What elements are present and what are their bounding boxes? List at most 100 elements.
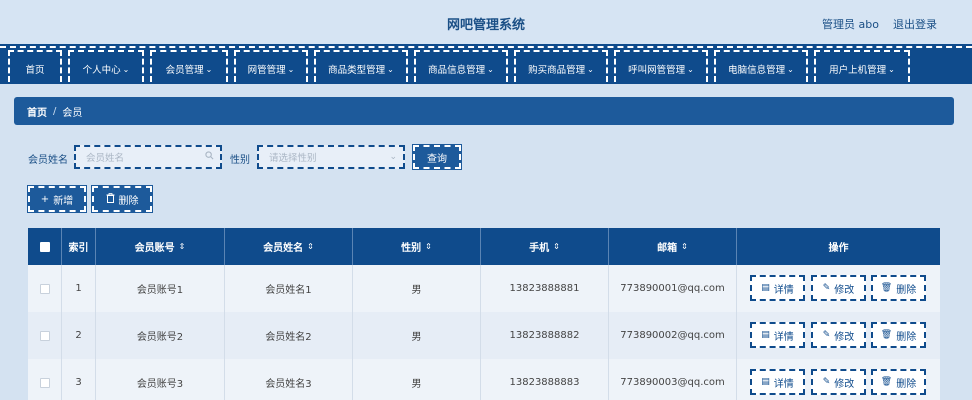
sort-icon: ⇕ [553,242,560,251]
breadcrumb-separator: / [53,105,57,117]
col-account[interactable]: 会员账号 ⇕ [96,228,225,265]
nav-item-label: 网管管理 [247,65,286,76]
col-email[interactable]: 邮箱 ⇕ [609,228,737,265]
pencil-icon: ✎ [822,377,831,387]
top-header: 网吧管理系统 管理员 abo 退出登录 [0,0,972,44]
chevron-down-icon: ⌄ [205,64,213,74]
document-icon: ▤ [761,377,770,387]
cell-gender: 男 [353,312,481,359]
member-name-input[interactable]: 会员姓名 [74,145,222,169]
table-row: 2 会员账号2 会员姓名2 男 13823888882 773890002@qq… [28,312,940,359]
col-index-label: 索引 [68,243,89,254]
detail-button[interactable]: ▤ 详情 [750,369,805,395]
add-button[interactable]: + 新增 [27,185,87,213]
nav-item-purchase-management[interactable]: 购买商品管理 ⌄ [514,50,608,82]
document-icon: ▤ [761,330,770,340]
nav-item-label: 商品信息管理 [428,65,486,76]
col-name[interactable]: 会员姓名 ⇕ [225,228,353,265]
sort-icon: ⇕ [307,242,314,251]
trash-icon: 🗑 [880,283,893,293]
nav-item-admin-management[interactable]: 网管管理 ⌄ [234,50,308,82]
nav-item-product-type-management[interactable]: 商品类型管理 ⌄ [314,50,408,82]
table-row: 1 会员账号1 会员姓名1 男 13823888881 773890001@qq… [28,265,940,312]
nav-item-home[interactable]: 首页 [8,50,62,82]
cell-gender: 男 [353,265,481,312]
col-phone[interactable]: 手机 ⇕ [481,228,609,265]
detail-label: 详情 [773,284,794,296]
cell-phone: 13823888881 [481,265,609,312]
nav-item-product-info-management[interactable]: 商品信息管理 ⌄ [414,50,508,82]
detail-button[interactable]: ▤ 详情 [750,322,805,348]
table-row: 3 会员账号3 会员姓名3 男 13823888883 773890003@qq… [28,359,940,400]
nav-item-label: 呼叫网管管理 [628,65,686,76]
trash-icon: 🗑 [880,377,893,387]
col-account-label: 会员账号 [134,243,175,254]
nav-item-call-admin-management[interactable]: 呼叫网管管理 ⌄ [614,50,708,82]
breadcrumb: 首页 / 会员 [14,97,954,125]
table-header: 索引 会员账号 ⇕ 会员姓名 ⇕ 性别 ⇕ 手机 ⇕ 邮箱 ⇕ 操作 [28,228,940,265]
col-gender[interactable]: 性别 ⇕ [353,228,481,265]
pencil-icon: ✎ [822,283,831,293]
delete-button[interactable]: 🗑 删除 [871,369,926,395]
cell-gender: 男 [353,359,481,400]
edit-label: 修改 [834,331,855,343]
nav-item-label: 购买商品管理 [528,65,586,76]
col-operations-label: 操作 [828,243,849,254]
cell-email: 773890001@qq.com [609,265,737,312]
delete-label: 删除 [896,284,917,296]
nav-item-user-session-management[interactable]: 用户上机管理 ⌄ [814,50,910,82]
delete-button[interactable]: 🗑 删除 [871,275,926,301]
edit-button[interactable]: ✎ 修改 [811,322,866,348]
edit-label: 修改 [834,378,855,390]
gender-placeholder: 请选择性别 [269,153,317,164]
edit-button[interactable]: ✎ 修改 [811,275,866,301]
cell-account: 会员账号1 [96,265,225,312]
nav-item-computer-info-management[interactable]: 电脑信息管理 ⌄ [714,50,808,82]
nav-item-member-management[interactable]: 会员管理 ⌄ [150,50,228,82]
row-checkbox[interactable] [28,265,62,312]
detail-label: 详情 [773,378,794,390]
logout-link[interactable]: 退出登录 [893,16,937,32]
breadcrumb-home[interactable]: 首页 [27,104,47,119]
sort-icon: ⇕ [681,242,688,251]
document-icon: ▤ [761,283,770,293]
detail-button[interactable]: ▤ 详情 [750,275,805,301]
gender-select[interactable]: 请选择性别 ⌄ [257,145,405,169]
chevron-down-icon: ⌄ [687,64,694,74]
nav-item-label: 个人中心 [82,65,121,76]
chevron-down-icon: ⌄ [787,64,794,74]
current-user: 管理员 abo [822,18,879,31]
nav-item-personal-center[interactable]: 个人中心 ⌄ [68,50,144,82]
cell-index: 3 [62,359,96,400]
trash-icon: 🗑 [880,330,893,340]
cell-account: 会员账号3 [96,359,225,400]
col-operations: 操作 [737,228,940,265]
trash-icon [106,192,115,206]
member-name-label: 会员姓名 [28,155,68,166]
row-checkbox[interactable] [28,312,62,359]
cell-phone: 13823888882 [481,312,609,359]
query-button[interactable]: 查询 [412,144,462,170]
col-index: 索引 [62,228,96,265]
cell-email: 773890003@qq.com [609,359,737,400]
delete-label: 删除 [896,378,917,390]
breadcrumb-current: 会员 [62,107,83,119]
nav-divider [0,46,972,48]
delete-button[interactable]: 🗑 删除 [871,322,926,348]
bulk-delete-label: 删除 [118,195,139,207]
add-button-label: 新增 [53,195,74,207]
col-gender-label: 性别 [401,243,422,254]
col-phone-label: 手机 [529,243,550,254]
nav-item-label: 首页 [25,65,45,76]
search-icon [205,151,214,163]
nav-item-label: 会员管理 [165,65,204,76]
edit-button[interactable]: ✎ 修改 [811,369,866,395]
cell-index: 1 [62,265,96,312]
chevron-down-icon: ⌄ [587,64,594,74]
row-checkbox[interactable] [28,359,62,400]
cell-phone: 13823888883 [481,359,609,400]
select-all-checkbox[interactable] [28,228,62,265]
chevron-down-icon: ⌄ [888,64,895,74]
bulk-delete-button[interactable]: 删除 [91,185,153,213]
gender-label: 性别 [230,155,250,166]
